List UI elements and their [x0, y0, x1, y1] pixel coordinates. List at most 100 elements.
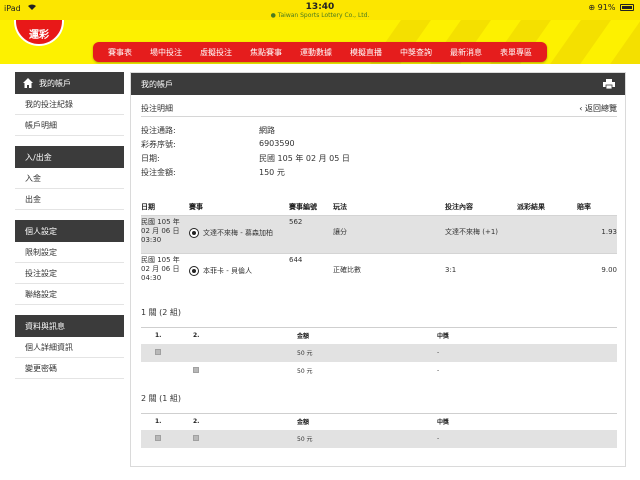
bet-odds: 9.00 [577, 252, 617, 291]
combo-amount: 50 元 [297, 368, 313, 375]
combo-title: 2 關 (1 組) [141, 394, 182, 403]
table-row: 50 元 - [141, 343, 617, 362]
sidebar-item-bet-settings[interactable]: 投注設定 [15, 263, 124, 284]
info-value: 民國 105 年 02 月 05 日 [259, 154, 350, 163]
clock: 13:40 [305, 2, 335, 12]
combo-header: 1. 2. 金額 中獎 [141, 413, 617, 430]
combo-win: - [437, 367, 440, 374]
info-label: 日期: [141, 154, 160, 163]
table-row: 50 元 - [141, 429, 617, 448]
column-header: 日期 [141, 202, 155, 211]
match-name: 本菲卡 - 貝倫人 [203, 266, 252, 275]
match-id: 644 [289, 252, 333, 291]
nav-item[interactable]: 焦點賽事 [250, 47, 282, 58]
sidebar-header-settings: 個人設定 [15, 220, 124, 242]
column-header: 派彩結果 [517, 202, 545, 211]
bet-result [517, 252, 577, 291]
bet-match: 文達不來梅 - 慕森加柏 [189, 214, 289, 253]
site-header: 運彩 賽事表 場中投注 虛擬投注 焦點賽事 運動數據 模擬直播 中獎查詢 最新消息 表單專區 [0, 20, 640, 64]
selection-marker [155, 348, 161, 355]
selection-marker [193, 366, 199, 373]
logo-text: 運彩 [29, 30, 49, 41]
print-icon[interactable] [603, 79, 615, 90]
battery-fill [622, 6, 632, 9]
nav-item[interactable]: 運動數據 [300, 47, 332, 58]
bet-selection: 文達不來梅 (+1) [445, 214, 517, 253]
soccer-ball-icon [189, 227, 199, 238]
bet-info: 投注通路: 網路 彩券序號: 6903590 日期: 民國 105 年 02 月… [141, 125, 441, 181]
bet-type: 正確比數 [333, 252, 445, 291]
section-title: 投注明細 [141, 104, 173, 113]
bet-table-header: 日期 賽事 賽事編號 玩法 投注內容 派彩結果 賠率 [141, 199, 617, 215]
site-url-text: Taiwan Sports Lottery Co., Ltd. [277, 12, 370, 19]
combo-header: 1. 2. 金額 中獎 [141, 327, 617, 344]
panel-title: 我的帳戶 [141, 79, 173, 89]
sidebar-header-account[interactable]: 我的帳戶 [15, 72, 124, 94]
bet-odds: 1.93 [577, 214, 617, 253]
nav-item[interactable]: 虛擬投注 [200, 47, 232, 58]
column-header: 賽事編號 [289, 202, 317, 211]
sidebar-item-contact-settings[interactable]: 聯絡設定 [15, 284, 124, 305]
combo-win: - [437, 429, 617, 448]
info-value: 150 元 [259, 168, 285, 177]
column-header: 賽事 [189, 202, 203, 211]
sidebar-header-info: 資料與訊息 [15, 315, 124, 337]
info-row-channel: 投注通路: 網路 [141, 125, 441, 139]
nav-item[interactable]: 場中投注 [150, 47, 182, 58]
bet-type: 讓分 [333, 214, 445, 253]
section-header: 投注明細 ‹ 返回總覽 [141, 103, 617, 117]
sidebar-item-deposit[interactable]: 入金 [15, 168, 124, 189]
battery-percent: 91% [597, 3, 616, 12]
info-value: 6903590 [259, 139, 295, 148]
match-name: 文達不來梅 - 慕森加柏 [203, 228, 273, 237]
main-panel: 我的帳戶 投注明細 ‹ 返回總覽 投注通路: 網路 彩券序號: 6903590 … [130, 72, 626, 467]
info-value: 網路 [259, 126, 275, 135]
nav-item[interactable]: 賽事表 [108, 47, 132, 58]
combo-table: 1. 2. 金額 中獎 50 元 - [141, 413, 617, 448]
info-row-amount: 投注金額: 150 元 [141, 167, 441, 181]
combo-title: 1 關 (2 組) [141, 308, 182, 317]
column-header: 玩法 [333, 202, 347, 211]
battery-indicator: ⊕ 91% [588, 3, 634, 12]
nav-item[interactable]: 最新消息 [450, 47, 482, 58]
table-row: 民國 105 年 02 月 06 日 03:30 文達不來梅 - 慕森加柏 562 … [141, 214, 617, 253]
column-header: 2. [193, 413, 297, 430]
site-url[interactable]: ● Taiwan Sports Lottery Co., Ltd. [0, 12, 640, 19]
column-header: 投注內容 [445, 202, 473, 211]
info-label: 彩券序號: [141, 140, 176, 149]
column-header: 賠率 [577, 202, 591, 211]
nav-item[interactable]: 模擬直播 [350, 47, 382, 58]
column-header: 1. [141, 327, 193, 344]
info-row-serial: 彩券序號: 6903590 [141, 139, 441, 153]
sidebar-item-profile[interactable]: 個人詳細資訊 [15, 337, 124, 358]
sidebar: 我的帳戶 我的投注紀錄 帳戶明細 入/出金 入金 出金 個人設定 限制設定 投注… [15, 72, 124, 379]
bet-result [517, 214, 577, 253]
bet-date: 民國 105 年 02 月 06 日 04:30 [141, 252, 189, 291]
main-nav: 賽事表 場中投注 虛擬投注 焦點賽事 運動數據 模擬直播 中獎查詢 最新消息 表單專區 [93, 42, 547, 62]
sidebar-item-change-password[interactable]: 變更密碼 [15, 358, 124, 379]
nav-item[interactable]: 表單專區 [500, 47, 532, 58]
sidebar-header-funds: 入/出金 [15, 146, 124, 168]
bet-selection: 3:1 [445, 252, 517, 291]
sidebar-item-bet-history[interactable]: 我的投注紀錄 [15, 94, 124, 115]
sidebar-item-withdraw[interactable]: 出金 [15, 189, 124, 210]
sidebar-item-account-statement[interactable]: 帳戶明細 [15, 115, 124, 136]
combo-amount: 50 元 [297, 429, 437, 448]
sidebar-item-limits[interactable]: 限制設定 [15, 242, 124, 263]
sidebar-header-label: 我的帳戶 [39, 78, 71, 88]
combo-table: 1. 2. 金額 中獎 50 元 - 50 元 - [141, 327, 617, 380]
status-bar: iPad 13:40 ● Taiwan Sports Lottery Co., … [0, 0, 640, 20]
table-row: 50 元 - [141, 362, 617, 380]
bet-date: 民國 105 年 02 月 06 日 03:30 [141, 214, 189, 253]
bet-match: 本菲卡 - 貝倫人 [189, 252, 289, 291]
panel-header: 我的帳戶 [131, 73, 625, 95]
bet-table: 日期 賽事 賽事編號 玩法 投注內容 派彩結果 賠率 民國 105 年 02 月 … [141, 199, 617, 291]
column-header: 2. [193, 327, 297, 344]
selection-marker [155, 434, 161, 441]
nav-item[interactable]: 中獎查詢 [400, 47, 432, 58]
combo-amount: 50 元 [297, 343, 437, 362]
column-header: 中獎 [437, 327, 617, 344]
back-to-overview-link[interactable]: ‹ 返回總覽 [579, 103, 617, 114]
site-logo[interactable]: 運彩 [14, 20, 64, 46]
table-row: 民國 105 年 02 月 06 日 04:30 本菲卡 - 貝倫人 644 正確比… [141, 252, 617, 291]
